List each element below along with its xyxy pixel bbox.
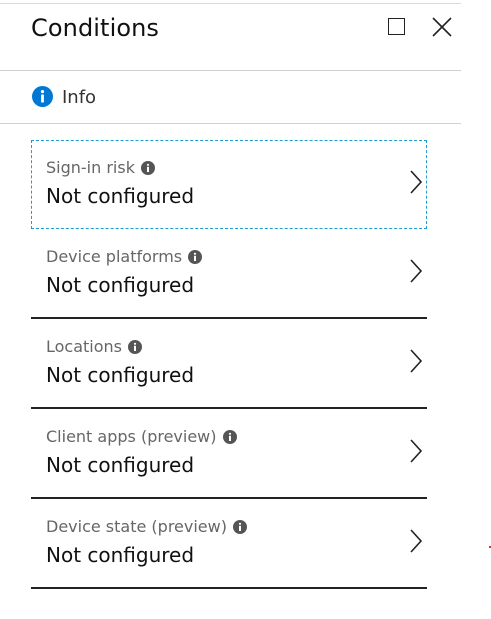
condition-label-text: Device state (preview) bbox=[46, 517, 227, 536]
condition-value: Not configured bbox=[46, 453, 195, 477]
info-label: Info bbox=[62, 87, 97, 108]
condition-label: Sign-in risk bbox=[46, 158, 155, 177]
conditions-blade: Conditions Info Sign-in risk Not configu… bbox=[0, 0, 491, 619]
info-icon bbox=[140, 161, 155, 175]
chevron-right-icon bbox=[410, 259, 423, 283]
condition-value: Not configured bbox=[46, 363, 195, 387]
condition-label: Locations bbox=[46, 337, 143, 356]
condition-value: Not configured bbox=[46, 273, 195, 297]
condition-label: Device state (preview) bbox=[46, 517, 247, 536]
blade-header: Conditions bbox=[0, 4, 461, 71]
maximize-button[interactable] bbox=[387, 17, 405, 35]
chevron-right-icon bbox=[410, 349, 423, 373]
condition-value: Not configured bbox=[46, 184, 195, 208]
page-title: Conditions bbox=[31, 14, 160, 42]
info-icon bbox=[232, 520, 247, 534]
condition-sign-in-risk[interactable]: Sign-in risk Not configured bbox=[31, 140, 427, 229]
condition-label-text: Sign-in risk bbox=[46, 158, 135, 177]
info-icon bbox=[128, 340, 143, 354]
chevron-right-icon bbox=[410, 170, 423, 194]
info-bar[interactable]: Info bbox=[0, 71, 461, 124]
info-icon bbox=[32, 86, 53, 107]
maximize-icon bbox=[388, 18, 405, 35]
condition-locations[interactable]: Locations Not configured bbox=[31, 319, 427, 409]
condition-label: Client apps (preview) bbox=[46, 427, 237, 446]
condition-device-state[interactable]: Device state (preview) Not configured bbox=[31, 499, 427, 589]
info-icon bbox=[222, 430, 237, 444]
condition-label: Device platforms bbox=[46, 247, 203, 266]
condition-label-text: Client apps (preview) bbox=[46, 427, 217, 446]
condition-value: Not configured bbox=[46, 543, 195, 567]
chevron-right-icon bbox=[410, 439, 423, 463]
condition-device-platforms[interactable]: Device platforms Not configured bbox=[31, 229, 427, 319]
condition-label-text: Device platforms bbox=[46, 247, 183, 266]
close-button[interactable] bbox=[431, 16, 453, 38]
condition-label-text: Locations bbox=[46, 337, 123, 356]
conditions-list: Sign-in risk Not configured Device platf… bbox=[31, 140, 427, 589]
condition-client-apps[interactable]: Client apps (preview) Not configured bbox=[31, 409, 427, 499]
close-icon bbox=[432, 17, 452, 37]
chevron-right-icon bbox=[410, 529, 423, 553]
info-icon bbox=[188, 250, 203, 264]
